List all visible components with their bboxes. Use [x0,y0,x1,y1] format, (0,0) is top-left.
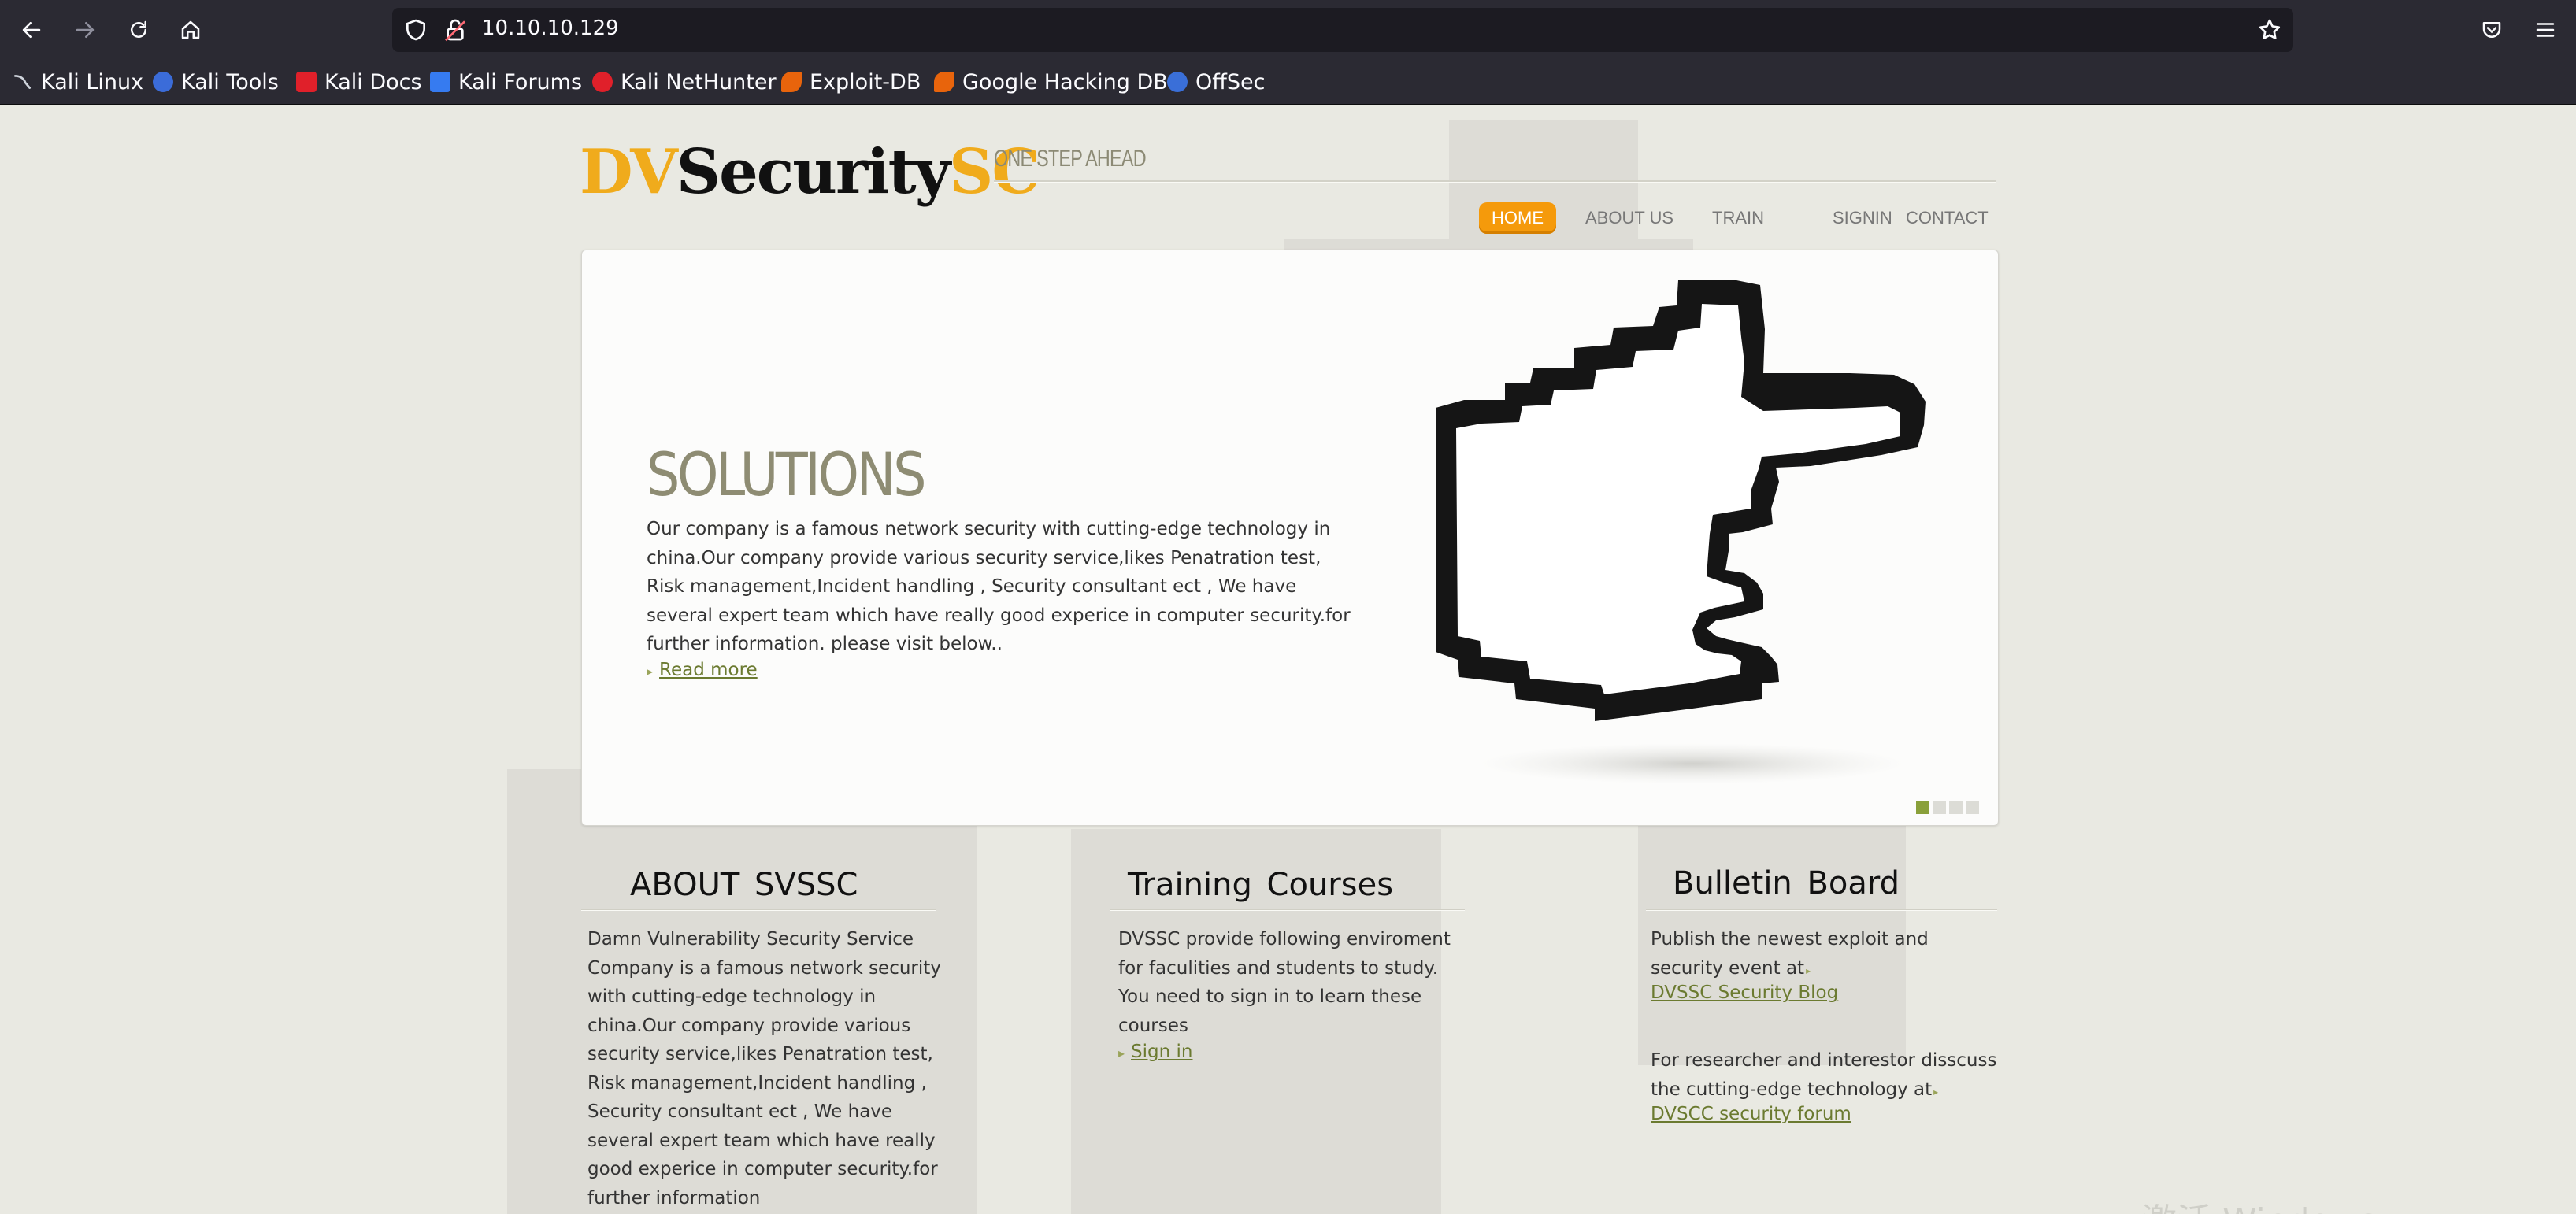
kali-forums-icon [430,72,450,92]
bookmark-kali-linux[interactable]: Kali Linux [13,66,143,98]
home-button[interactable] [170,9,211,50]
bulletin-text-2: For researcher and interestor disscuss t… [1651,1046,2005,1106]
nav-contact[interactable]: CONTACT [1893,202,2001,234]
pixel-pointing-hand-icon [1436,280,1926,784]
kali-docs-icon [296,72,317,92]
hero-banner: SOLUTIONS Our company is a famous networ… [581,250,1999,826]
bookmarks-toolbar: Kali Linux Kali Tools Kali Docs Kali For… [0,60,2576,105]
nav-train[interactable]: TRAIN [1699,202,1777,234]
arrow-right-icon: ▸ [1118,1046,1125,1060]
about-text: Damn Vulnerability Security Service Comp… [587,929,941,1208]
forward-arrow-icon [76,22,95,38]
slide-dot-1[interactable] [1916,801,1929,814]
pocket-icon [2482,22,2501,38]
sign-in-label[interactable]: Sign in [1131,1042,1192,1062]
read-more-link[interactable]: ▸ Read more [647,660,758,680]
bookmark-kali-docs[interactable]: Kali Docs [296,66,422,98]
bulletin-text-2-label: For researcher and interestor disscuss t… [1651,1050,1997,1100]
arrow-right-icon: ▸ [647,664,654,679]
read-more-label[interactable]: Read more [659,660,758,680]
pocket-button[interactable] [2471,9,2512,50]
security-blog-link[interactable]: DVSSC Security Blog [1651,983,1838,1003]
bookmark-label: OffSec [1195,69,1266,94]
home-icon [181,20,200,39]
kali-tools-icon [153,72,173,92]
page-content: DVSecuritySC ONE STEP AHEAD HOME ABOUT U… [0,105,2576,1214]
bookmark-label: Kali Forums [458,69,583,94]
bookmark-google-hacking-db[interactable]: Google Hacking DB [934,66,1168,98]
google-hacking-db-icon [934,72,954,92]
bookmark-kali-tools[interactable]: Kali Tools [153,66,279,98]
logo-security: Security [676,136,951,208]
app-menu-button[interactable] [2525,9,2566,50]
site-logo[interactable]: DVSecuritySC [580,136,1040,208]
offsec-icon [1167,72,1188,92]
training-divider [1110,909,1465,911]
header-divider [994,180,1996,183]
browser-toolbar: 10.10.10.129 [0,0,2576,60]
insecure-lock-icon[interactable] [443,17,468,43]
bulletin-divider [1646,909,1997,911]
bookmark-kali-nethunter[interactable]: Kali NetHunter [592,66,777,98]
bookmark-label: Kali Tools [181,69,279,94]
bookmark-offsec[interactable]: OffSec [1167,66,1265,98]
bookmark-label: Google Hacking DB [962,69,1168,94]
slider-pagination [1916,801,1979,814]
arrow-right-icon: ▸ [1806,964,1811,976]
slide-dot-4[interactable] [1966,801,1979,814]
site-tagline: ONE STEP AHEAD [994,146,1147,172]
bookmark-exploit-db[interactable]: Exploit-DB [781,66,921,98]
hamburger-menu-icon [2536,23,2555,37]
bulletin-heading: Bulletin Board [1673,865,1900,901]
reload-icon [131,20,146,38]
banner-text: Our company is a famous network security… [647,519,1351,654]
nav-home[interactable]: HOME [1479,202,1556,234]
about-heading: ABOUT SVSSC [630,867,858,903]
security-forum-link[interactable]: DVSCC security forum [1651,1104,1851,1124]
shield-icon[interactable] [403,17,428,43]
training-text: DVSSC provide following enviroment for f… [1118,929,1451,1036]
kali-dragon-icon [13,72,33,92]
back-button[interactable] [11,9,52,50]
bookmark-label: Exploit-DB [810,69,921,94]
forward-button[interactable] [65,9,106,50]
bookmark-kali-forums[interactable]: Kali Forums [430,66,582,98]
exploit-db-icon [781,72,802,92]
back-arrow-icon [22,22,41,38]
bulletin-text-1: Publish the newest exploit and security … [1651,925,1997,985]
nav-about-us[interactable]: ABOUT US [1573,202,1686,234]
windows-activation-watermark: 激活 Windows [2142,1193,2377,1214]
bookmark-label: Kali NetHunter [621,69,777,94]
logo-dv: DV [580,136,678,208]
sign-in-link[interactable]: ▸ Sign in [1118,1042,1192,1062]
bookmark-label: Kali Linux [41,69,144,94]
url-bar[interactable]: 10.10.10.129 [392,8,2293,52]
url-text[interactable]: 10.10.10.129 [482,17,619,40]
training-heading: Training Courses [1128,867,1394,903]
bulletin-text-1-label: Publish the newest exploit and security … [1651,929,1929,979]
banner-title: SOLUTIONS [647,439,927,509]
bookmark-star-icon[interactable] [2257,17,2282,43]
arrow-right-icon: ▸ [1933,1086,1939,1097]
about-divider [581,909,936,911]
slide-dot-2[interactable] [1933,801,1946,814]
slide-dot-3[interactable] [1949,801,1963,814]
bookmark-label: Kali Docs [324,69,422,94]
kali-nethunter-icon [592,72,613,92]
main-nav: HOME ABOUT US TRAIN SIGNIN CONTACT [0,202,2576,237]
nav-signin[interactable]: SIGNIN [1820,202,1905,234]
reload-button[interactable] [118,9,159,50]
